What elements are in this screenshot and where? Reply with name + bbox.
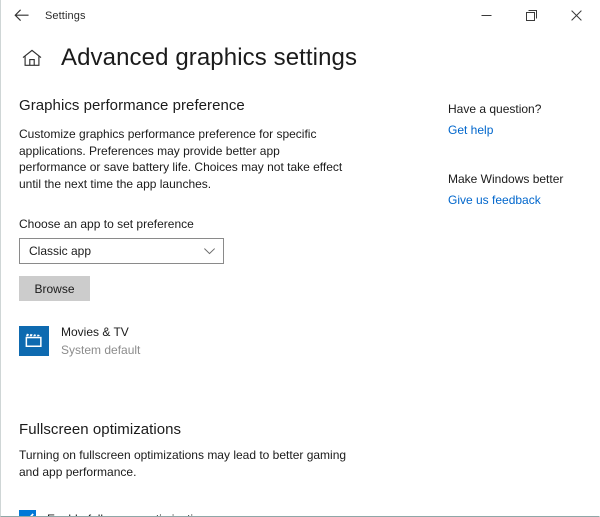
app-list: Movies & TV System default [19, 323, 387, 359]
browse-button[interactable]: Browse [19, 276, 90, 301]
app-type-select-value: Classic app [29, 244, 92, 258]
app-select-label: Choose an app to set preference [19, 217, 194, 231]
page-header: Advanced graphics settings [1, 31, 599, 75]
graphics-performance-description: Customize graphics performance preferenc… [19, 127, 343, 191]
get-help-link[interactable]: Get help [448, 122, 563, 138]
minimize-button[interactable] [464, 0, 509, 31]
back-button[interactable] [1, 1, 41, 31]
side-column: Have a question? Get help Make Windows b… [387, 97, 563, 516]
app-status: System default [61, 343, 141, 357]
chevron-down-icon [204, 239, 215, 263]
list-item-meta: Movies & TV System default [61, 323, 140, 359]
make-windows-better-heading: Make Windows better [448, 172, 564, 186]
feedback-group: Make Windows better Give us feedback [448, 171, 563, 208]
page-title: Advanced graphics settings [61, 43, 358, 71]
enable-fullscreen-optimizations-checkbox[interactable] [19, 510, 36, 516]
app-name: Movies & TV [61, 325, 129, 339]
list-item[interactable]: Movies & TV System default [19, 323, 387, 359]
content-area: Graphics performance preference Customiz… [1, 75, 599, 517]
movies-tv-icon [19, 326, 49, 356]
enable-fullscreen-optimizations-label: Enable fullscreen optimizations [47, 512, 212, 517]
title-bar: Settings [1, 0, 599, 31]
give-us-feedback-link[interactable]: Give us feedback [448, 192, 563, 208]
app-title: Settings [45, 9, 86, 22]
help-group: Have a question? Get help [448, 101, 563, 138]
have-a-question-heading: Have a question? [448, 102, 542, 116]
close-button[interactable] [554, 0, 599, 31]
fullscreen-optimizations-description: Turning on fullscreen optimizations may … [19, 448, 347, 479]
home-icon[interactable] [19, 45, 45, 71]
maximize-restore-button[interactable] [509, 0, 554, 31]
fullscreen-optimizations-section: Fullscreen optimizations Turning on full… [19, 421, 387, 517]
graphics-performance-heading: Graphics performance preference [19, 97, 245, 114]
enable-fullscreen-optimizations-row[interactable]: Enable fullscreen optimizations [19, 510, 387, 517]
window-controls [464, 0, 599, 31]
app-type-select[interactable]: Classic app [19, 238, 224, 264]
main-column: Graphics performance preference Customiz… [1, 97, 387, 517]
fullscreen-optimizations-heading: Fullscreen optimizations [19, 421, 182, 438]
settings-window: Settings Advanced graphics settings Grap… [0, 0, 600, 517]
